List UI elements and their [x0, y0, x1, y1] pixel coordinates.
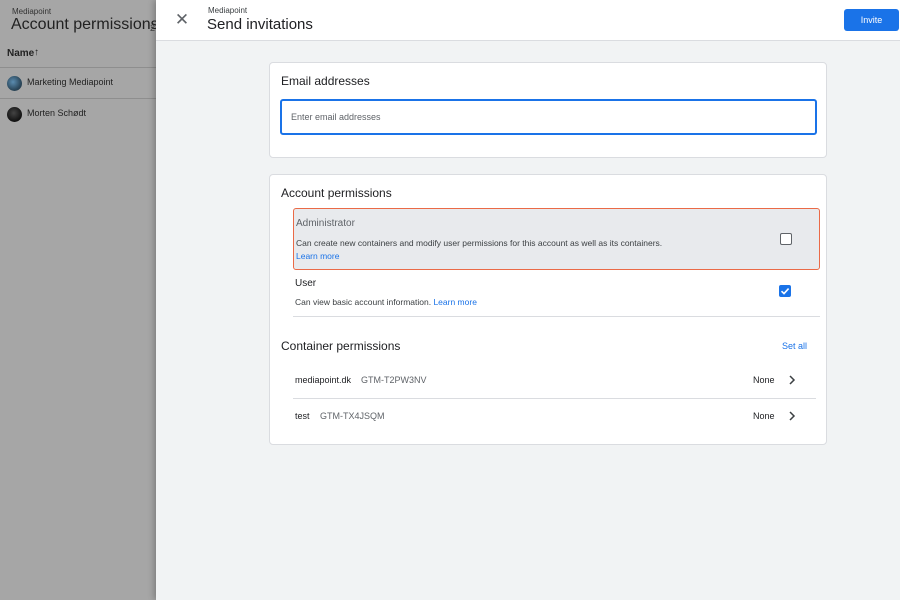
- user-list-item[interactable]: Marketing Mediapoint: [0, 68, 160, 99]
- arrow-up-icon: ↑: [34, 47, 39, 58]
- chevron-right-icon[interactable]: [785, 408, 799, 424]
- role-name: User: [295, 278, 317, 289]
- background-breadcrumb: Mediapoint: [12, 7, 52, 16]
- learn-more-link[interactable]: Learn more: [296, 251, 339, 261]
- administrator-checkbox[interactable]: [780, 233, 792, 245]
- user-list-item[interactable]: Morten Schødt: [0, 99, 160, 130]
- role-description: Can view basic account information. Lear…: [295, 297, 477, 307]
- close-icon[interactable]: ✕: [172, 10, 192, 30]
- container-row[interactable]: mediapoint.dk GTM-T2PW3NV None: [293, 363, 816, 399]
- user-name: Marketing Mediapoint: [27, 77, 114, 87]
- send-invitations-dialog: ✕ Mediapoint Send invitations Invite Ema…: [156, 0, 900, 600]
- set-all-button[interactable]: Set all: [782, 341, 807, 351]
- container-permission: None: [753, 375, 775, 385]
- chevron-right-icon[interactable]: [785, 372, 799, 388]
- checkmark-icon: [780, 288, 790, 295]
- container-id: GTM-T2PW3NV: [361, 375, 427, 385]
- permissions-card: Account permissions Administrator Can cr…: [269, 174, 827, 445]
- dialog-header: ✕ Mediapoint Send invitations Invite: [156, 0, 900, 41]
- container-name: mediapoint.dk: [295, 375, 352, 385]
- background-header: Mediapoint Account permissions 2: [0, 0, 160, 40]
- background-user-count: 2: [150, 23, 156, 33]
- container-row[interactable]: test GTM-TX4JSQM None: [293, 399, 816, 435]
- container-permission: None: [753, 411, 775, 421]
- background-page-title: Account permissions: [11, 16, 159, 33]
- name-column-label: Name: [7, 48, 35, 59]
- container-permissions-title: Container permissions: [281, 339, 401, 353]
- container-name: test: [295, 411, 310, 421]
- user-name: Morten Schødt: [27, 108, 87, 118]
- name-column-header[interactable]: Name ↑: [0, 40, 160, 68]
- container-id: GTM-TX4JSQM: [320, 411, 385, 421]
- role-option-administrator[interactable]: Administrator Can create new containers …: [293, 208, 820, 270]
- role-option-user[interactable]: User Can view basic account information.…: [293, 271, 820, 317]
- role-description: Can create new containers and modify use…: [296, 238, 663, 248]
- role-name: Administrator: [296, 218, 355, 229]
- email-addresses-input[interactable]: [280, 99, 817, 135]
- role-description-text: Can view basic account information.: [295, 297, 432, 307]
- avatar: [7, 76, 22, 91]
- avatar: [7, 107, 22, 122]
- user-checkbox[interactable]: [779, 285, 791, 297]
- learn-more-link[interactable]: Learn more: [433, 297, 476, 307]
- email-section-title: Email addresses: [281, 74, 370, 88]
- email-addresses-card: Email addresses: [269, 62, 827, 158]
- invite-button[interactable]: Invite: [844, 9, 899, 31]
- dialog-breadcrumb: Mediapoint: [208, 6, 248, 15]
- account-permissions-title: Account permissions: [281, 186, 392, 200]
- dialog-title: Send invitations: [207, 16, 313, 33]
